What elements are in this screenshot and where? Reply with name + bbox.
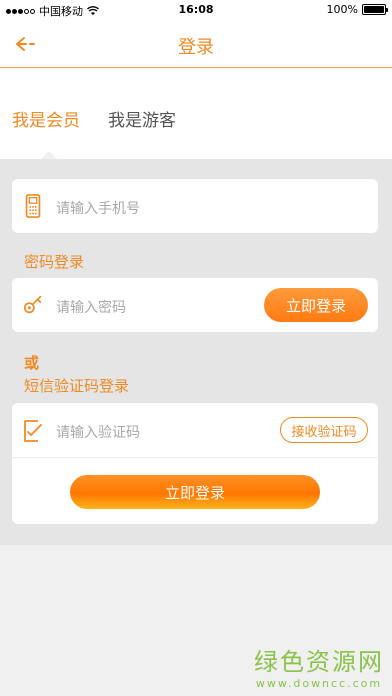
password-login-button[interactable]: 立即登录 <box>264 288 368 322</box>
phone-icon <box>25 194 41 218</box>
password-login-label: 密码登录 <box>24 253 85 271</box>
battery-icon <box>362 4 388 15</box>
get-code-button[interactable]: 接收验证码 <box>280 417 368 443</box>
divider <box>12 457 378 458</box>
phone-field-card: 请输入手机号 <box>12 179 378 233</box>
login-form-area: 请输入手机号 密码登录 请输入密码 立即登录 或 短信验证码登录 请输入验证码 … <box>0 159 392 545</box>
battery-fill <box>364 6 384 13</box>
sms-login-label: 短信验证码登录 <box>24 377 130 395</box>
tab-member[interactable]: 我是会员 <box>12 106 80 131</box>
key-icon <box>23 295 42 314</box>
header-bar: 登录 <box>0 20 392 68</box>
status-bar-right: 100% <box>326 3 388 16</box>
password-input[interactable]: 请输入密码 <box>56 297 126 317</box>
or-label: 或 <box>24 354 40 372</box>
watermark-title: 绿色资源网 <box>254 648 384 676</box>
status-bar: 中国移动 16:08 100% <box>0 0 392 20</box>
sms-login-button[interactable]: 立即登录 <box>70 475 320 509</box>
password-field-card: 请输入密码 立即登录 <box>12 278 378 332</box>
battery-percentage: 100% <box>326 3 358 16</box>
checklist-icon <box>24 420 42 442</box>
tab-guest[interactable]: 我是游客 <box>108 106 176 131</box>
watermark-url: www.downcc.com <box>255 677 383 690</box>
page-title: 登录 <box>178 37 214 58</box>
verification-code-input[interactable]: 请输入验证码 <box>56 422 140 442</box>
sms-login-card: 请输入验证码 接收验证码 立即登录 <box>12 403 378 524</box>
phone-input[interactable]: 请输入手机号 <box>56 198 140 218</box>
watermark: 绿色资源网 www.downcc.com <box>254 642 384 690</box>
login-type-tabs: 我是会员 我是游客 <box>0 69 392 160</box>
